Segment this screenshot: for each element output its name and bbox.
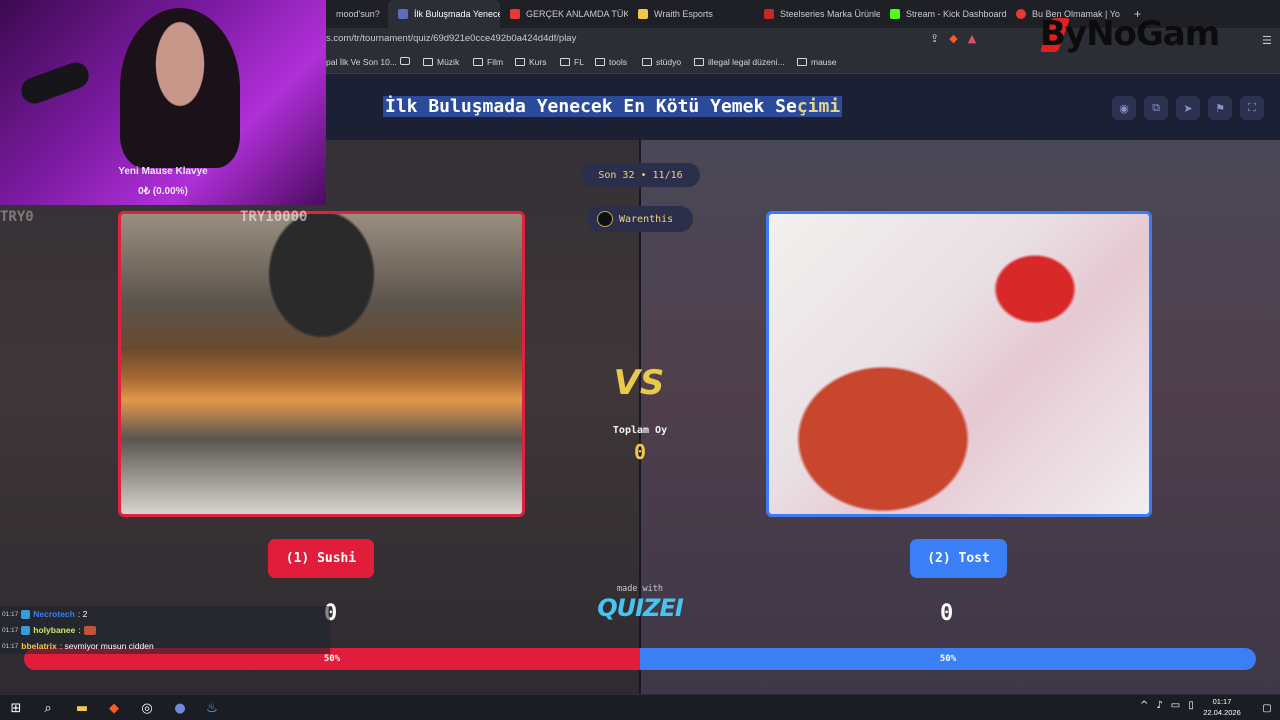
youtube-favicon-icon bbox=[510, 9, 520, 19]
tab-title: Wraith Esports bbox=[654, 9, 713, 19]
bookmark-folder[interactable]: tools bbox=[595, 57, 627, 67]
notification-icon[interactable]: ▢ bbox=[1258, 699, 1276, 717]
vote-tost-button[interactable]: (2) Tost bbox=[910, 539, 1007, 578]
quiz-title: İlk Buluşmada Yenecek En Kötü Yemek Seçi… bbox=[383, 96, 843, 117]
option-card-sushi[interactable] bbox=[118, 211, 525, 517]
folder-icon bbox=[595, 58, 605, 66]
chevron-up-icon[interactable]: ^ bbox=[1140, 700, 1148, 711]
windows-start-icon[interactable]: ⊞ bbox=[7, 699, 25, 717]
browser-tab[interactable]: Wraith Esports bbox=[628, 0, 754, 28]
rewards-icon[interactable]: ▲ bbox=[968, 32, 976, 45]
brave-browser-icon[interactable]: ◆ bbox=[105, 699, 123, 717]
wraith-favicon-icon bbox=[638, 9, 648, 19]
stream-screen: mood'sun? İlk Buluşmada Yenece ✕ GERÇEK … bbox=[0, 0, 1280, 720]
folder-icon bbox=[473, 58, 483, 66]
chat-message: 01:17 Necrotech : 2 bbox=[0, 606, 330, 622]
tab-title: GERÇEK ANLAMDA TÜKEN bbox=[526, 9, 628, 19]
folder-icon bbox=[423, 58, 433, 66]
folder-icon bbox=[515, 58, 525, 66]
tab-title: İlk Buluşmada Yenece bbox=[414, 9, 500, 19]
vote-sushi-button[interactable]: (1) Sushi bbox=[268, 539, 374, 578]
flag-icon[interactable]: ⚑ bbox=[1208, 96, 1232, 120]
chat-message: 01:17 bbelatrix : sevmiyor musun cidden bbox=[0, 638, 330, 654]
menu-icon[interactable]: ☰ bbox=[1262, 34, 1272, 47]
chat-overlay: 01:17 Necrotech : 2 01:17 holybanee : 01… bbox=[0, 606, 330, 654]
vs-lightning-icon: VS bbox=[613, 363, 665, 403]
round-indicator: Son 32 • 11/16 bbox=[581, 163, 700, 187]
send-icon[interactable]: ➤ bbox=[1176, 96, 1200, 120]
share-icon[interactable]: ⇪ bbox=[930, 32, 939, 45]
discord-icon[interactable]: ● bbox=[171, 699, 189, 717]
bookmark-folder[interactable]: stüdyo bbox=[642, 57, 681, 67]
file-explorer-icon[interactable]: ▬ bbox=[73, 699, 91, 717]
chat-message: 01:17 holybanee : bbox=[0, 622, 330, 638]
tab-title: mood'sun? bbox=[336, 9, 380, 19]
browser-tab[interactable]: Steelseries Marka Ürünler bbox=[754, 0, 880, 28]
eye-icon[interactable]: ◉ bbox=[1112, 96, 1136, 120]
folder-icon bbox=[560, 58, 570, 66]
battery-icon[interactable]: ▯ bbox=[1188, 700, 1194, 711]
avatar bbox=[597, 211, 613, 227]
bookmark-folder[interactable]: Müzik bbox=[423, 57, 459, 67]
volume-icon[interactable]: ♪ bbox=[1156, 700, 1162, 711]
tab-title: Stream - Kick Dashboard bbox=[906, 9, 1006, 19]
bookmark-folder[interactable]: mause bbox=[797, 57, 837, 67]
browser-tab[interactable]: mood'sun? bbox=[326, 0, 388, 28]
bookmark-icon bbox=[400, 57, 410, 65]
copy-icon[interactable]: ⧉ bbox=[1144, 96, 1168, 120]
quiz-favicon-icon bbox=[398, 9, 408, 19]
fullscreen-icon[interactable]: ⛶ bbox=[1240, 96, 1264, 120]
tab-title: Steelseries Marka Ürünler bbox=[780, 9, 880, 19]
folder-icon bbox=[797, 58, 807, 66]
system-clock[interactable]: 01:17 22.04.2026 bbox=[1200, 696, 1244, 718]
goal-title: Yeni Mause Klavye bbox=[118, 166, 208, 177]
steam-icon[interactable]: ♨ bbox=[203, 699, 221, 717]
webcam-overlay: Yeni Mause Klavye 0₺ (0.00%) bbox=[0, 0, 326, 205]
bookmark-folder[interactable]: FL bbox=[560, 57, 584, 67]
brave-shield-icon[interactable]: ◆ bbox=[949, 32, 957, 45]
search-icon[interactable]: ⌕ bbox=[39, 699, 57, 717]
badge-icon bbox=[21, 625, 31, 635]
total-votes-label: Toplam Oy bbox=[612, 425, 668, 436]
bookmark-icon-item[interactable] bbox=[400, 57, 410, 65]
bookmark-item[interactable]: pal İlk Ve Son 10... bbox=[326, 57, 397, 67]
player-badge: Warenthis bbox=[587, 206, 693, 232]
emote-icon bbox=[83, 625, 96, 635]
kick-favicon-icon bbox=[890, 9, 900, 19]
browser-tab[interactable]: GERÇEK ANLAMDA TÜKEN ✕ bbox=[500, 0, 628, 28]
badge-icon bbox=[21, 609, 31, 619]
windows-taskbar: ⊞ ⌕ ▬ ◆ ◎ ● ♨ ^ ♪ ▭ ▯ 01:17 22.04.2026 ▢ bbox=[0, 694, 1280, 720]
tost-vote-count: 0 bbox=[940, 601, 954, 626]
obs-icon[interactable]: ◎ bbox=[138, 699, 156, 717]
browser-tab-active[interactable]: İlk Buluşmada Yenece ✕ bbox=[388, 0, 500, 28]
bookmark-folder[interactable]: illegal legal düzeni... bbox=[694, 57, 785, 67]
sushi-image bbox=[121, 214, 522, 514]
option-card-tost[interactable] bbox=[766, 211, 1152, 517]
goal-end-label: TRY10000 bbox=[240, 209, 308, 225]
steelseries-favicon-icon bbox=[764, 9, 774, 19]
folder-icon bbox=[694, 58, 704, 66]
made-with-label: made with bbox=[616, 584, 664, 594]
quizei-logo[interactable]: QUIZEI bbox=[590, 594, 690, 622]
channel-logo: ByNoGam bbox=[1040, 14, 1220, 54]
player-name: Warenthis bbox=[619, 213, 674, 225]
streamer-webcam bbox=[120, 8, 240, 168]
microphone-icon bbox=[17, 58, 93, 108]
tost-image bbox=[769, 214, 1149, 514]
youtube-music-favicon-icon bbox=[1016, 9, 1026, 19]
tost-percent-bar: 50% bbox=[640, 648, 1256, 670]
bookmark-folder[interactable]: Film bbox=[473, 57, 503, 67]
url-field[interactable]: s.com/tr/tournament/quiz/69d921e0cce492b… bbox=[326, 33, 576, 44]
network-icon[interactable]: ▭ bbox=[1171, 700, 1180, 711]
goal-start-label: TRY0 bbox=[0, 209, 34, 225]
bookmark-folder[interactable]: Kurs bbox=[515, 57, 546, 67]
folder-icon bbox=[642, 58, 652, 66]
total-votes-value: 0 bbox=[633, 440, 647, 464]
browser-tab[interactable]: Stream - Kick Dashboard bbox=[880, 0, 1006, 28]
goal-progress: 0₺ (0.00%) bbox=[138, 186, 188, 197]
